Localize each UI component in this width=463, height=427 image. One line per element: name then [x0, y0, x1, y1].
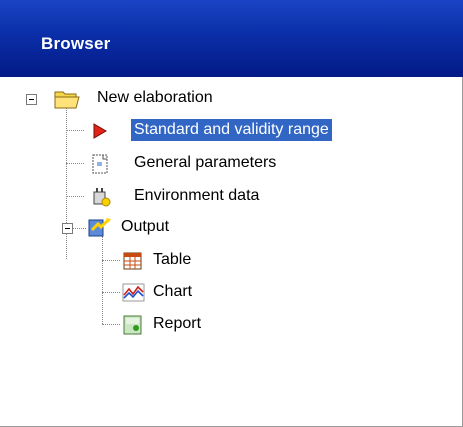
tree-connector	[66, 196, 84, 197]
red-arrow-icon	[93, 123, 107, 139]
chart-icon	[122, 283, 145, 302]
tree-node-label: Output	[121, 218, 170, 235]
tree-node-chart[interactable]: Chart	[120, 281, 280, 305]
table-icon	[123, 252, 142, 270]
tree-connector	[66, 130, 84, 131]
root-collapse-toggle[interactable]	[26, 94, 37, 105]
tree-node-label: New elaboration	[97, 89, 213, 106]
tree-connector	[102, 236, 103, 324]
report-icon	[123, 315, 142, 335]
tree-node-label: Environment data	[134, 187, 260, 204]
browser-header: Browser	[0, 0, 463, 77]
tree-node-label: Table	[153, 251, 192, 268]
tree-connector	[102, 324, 120, 325]
tree-connector	[66, 101, 67, 259]
tree-connector	[66, 163, 84, 164]
browser-title: Browser	[41, 34, 111, 53]
tree-node-new-elaboration[interactable]: New elaboration	[50, 87, 270, 111]
browser-panel: Browser New elaboration Standard and val…	[0, 0, 463, 427]
tree-node-general-parameters[interactable]: General parameters	[86, 152, 346, 176]
tree-node-report[interactable]: Report	[120, 313, 280, 337]
tree-node-environment-data[interactable]: Environment data	[86, 185, 346, 209]
browser-tree: New elaboration Standard and validity ra…	[0, 77, 463, 427]
tree-node-label: Standard and validity range	[131, 119, 332, 141]
output-collapse-toggle[interactable]	[62, 223, 73, 234]
tree-connector	[102, 260, 120, 261]
document-icon	[92, 154, 108, 174]
tree-node-table[interactable]: Table	[120, 249, 280, 273]
tree-node-label: Report	[153, 315, 202, 332]
output-icon	[88, 218, 111, 237]
tree-connector	[102, 292, 120, 293]
tree-node-label: Chart	[153, 283, 193, 300]
tree-node-output[interactable]: Output	[84, 216, 284, 240]
tree-node-standard-validity-range[interactable]: Standard and validity range	[86, 119, 406, 143]
folder-open-icon	[54, 91, 80, 109]
tree-node-label: General parameters	[134, 154, 277, 171]
environment-data-icon	[93, 188, 111, 207]
